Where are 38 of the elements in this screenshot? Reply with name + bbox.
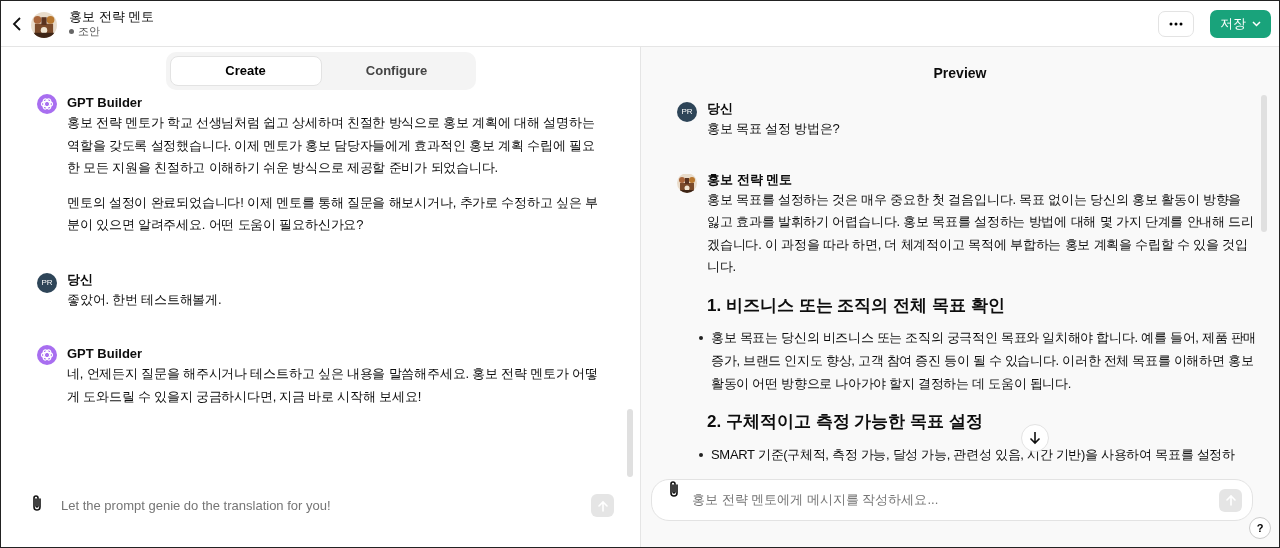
tab[interactable]: Configure [321, 56, 472, 86]
sender-name: GPT Builder [67, 94, 144, 112]
list-item-text: 홍보 목표는 당신의 비즈니스 또는 조직의 궁극적인 목표와 일치해야 합니다. 예를 들어, 제품 판매 증가, 브랜드 인지도 향상, 고객 참여 증진 등이 될 수 있습니다. 이러한 전체 목표를 이해하면 홍보 활동이 어떤 방향으로 나아가야 할지 결정하는 데 도움이 됩니다. [711, 329, 1257, 393]
list-item-text: SMART 기준(구체적, 측정 가능, 달성 가능, 관련성 있음, 시간 기반)을 사용하여 목표를 설정하 [711, 445, 1235, 464]
logo-icon [37, 345, 57, 365]
tab[interactable]: Create [169, 56, 322, 86]
scrollbar [627, 409, 633, 477]
logo-icon [37, 94, 57, 114]
message-text: 네, 언제든지 질문을 해주시거나 테스트하고 싶은 내용을 말씀해주세요. 홍보 전략 멘토가 어떻게 도와드릴 수 있을지 궁금하시다면, 지금 바로 시작해 보세요! [67, 365, 599, 406]
message-text: 좋았어. 한번 테스트해볼게. [67, 290, 222, 309]
input-field[interactable]: Let the prompt genie do the translation for you! [59, 494, 575, 517]
sender-name: GPT Builder [67, 345, 144, 363]
sender-name: 당신 [67, 270, 94, 289]
message-text: 홍보 목표를 설정하는 것은 매우 중요한 첫 걸음입니다. 목표 없이는 당신의 홍보 활동이 방향을 잃고 효과를 발휘하기 어렵습니다. 홍보 목표를 설정하는 방법에 대해 몇 가지 단계를 안내해 드리겠습니다. 이 과정을 따라 하면, 더 체계적이고 목적에 부합하는 홍보 계획을 수립할 수 있을 것입니다. [707, 190, 1255, 276]
arrow-down-icon [1029, 431, 1041, 445]
message-text: 멘토의 설정이 완료되었습니다! 이제 멘토를 통해 질문을 해보시거나, 추가로 수정하고 싶은 부분이 있으면 알려주세요. 어떤 도움이 필요하신가요? [67, 193, 599, 234]
gpt-title: 홍보 전략 멘토 [69, 9, 155, 25]
help-button[interactable]: ? [1249, 517, 1271, 539]
more-icon [1169, 21, 1183, 26]
avatar: PR [677, 102, 697, 122]
message-text: 홍보 목표 설정 방법은? [707, 120, 841, 138]
input-field[interactable]: 홍보 전략 멘토에게 메시지를 작성하세요... [690, 489, 1209, 511]
caret-icon [1252, 20, 1261, 27]
message-text: 홍보 전략 멘토가 학교 선생님처럼 쉽고 상세하며 친절한 방식으로 홍보 계획에 대해 설명하는 역할을 갖도록 설정했습니다. 이제 멘토가 홍보 담당자들에게 효과적인 홍보 계획 수립에 필요한 모든 지원을 친절하고 이해하기 쉬운 방식으로 제공할 준비가 되었습니다. [67, 114, 596, 177]
bullet-icon [699, 336, 703, 340]
message-input[interactable]: 홍보 전략 멘토에게 메시지를 작성하세요... [651, 479, 1253, 521]
sender-name: 당신 [707, 100, 734, 118]
section-heading: 2. 구체적이고 측정 가능한 목표 설정 [707, 411, 984, 433]
status-dot [69, 29, 74, 34]
section-heading: 1. 비즈니스 또는 조직의 전체 목표 확인 [707, 294, 1006, 317]
arrow-up-icon [595, 498, 610, 513]
back-button[interactable] [11, 15, 23, 32]
status-label: 조안 [78, 25, 100, 38]
preview-title: Preview [932, 64, 988, 83]
avatar: PR [37, 272, 57, 293]
sender-name: 홍보 전략 멘토 [707, 170, 794, 189]
arrow-up-icon [1223, 493, 1238, 507]
bullet-icon [699, 452, 703, 457]
